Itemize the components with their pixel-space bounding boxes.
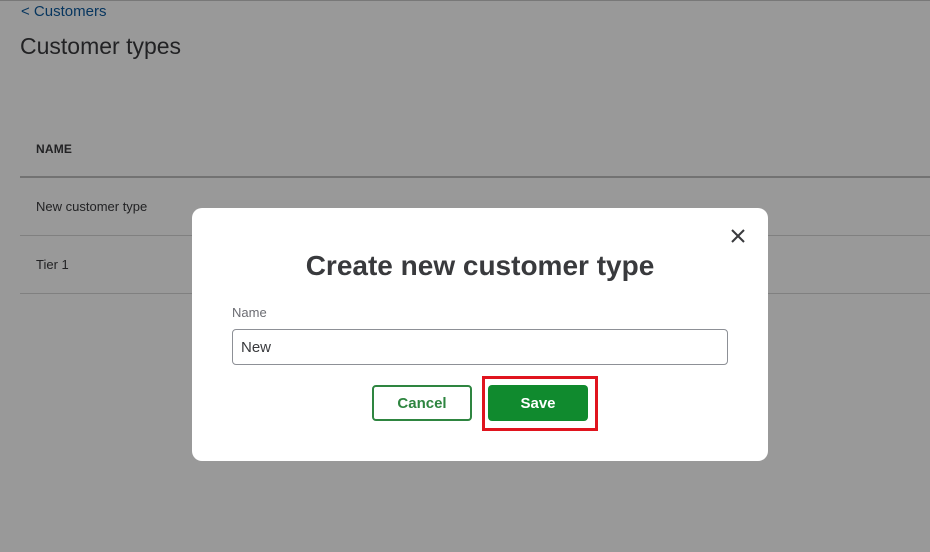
close-button[interactable] bbox=[726, 224, 750, 248]
name-field-label: Name bbox=[232, 305, 267, 320]
save-highlight-box bbox=[482, 376, 598, 431]
customer-types-page: < Customers Customer types NAME New cust… bbox=[0, 0, 930, 552]
dialog-title: Create new customer type bbox=[305, 250, 655, 281]
name-input[interactable] bbox=[232, 329, 728, 365]
cancel-button[interactable]: Cancel bbox=[372, 385, 472, 421]
create-customer-type-dialog: Create new customer type Name Cancel Sav… bbox=[192, 208, 768, 461]
close-icon bbox=[731, 229, 745, 243]
